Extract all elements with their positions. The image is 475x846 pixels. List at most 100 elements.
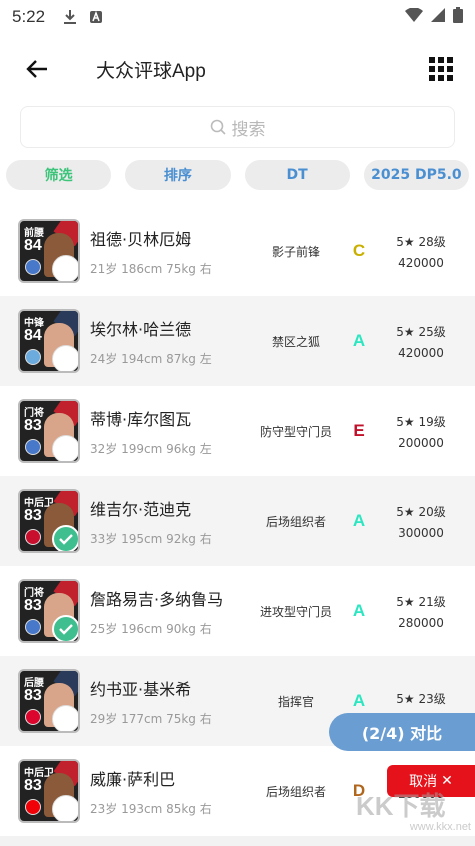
sort-chip[interactable]: 排序: [125, 160, 231, 190]
player-info: 蒂博·库尔图瓦 32岁 199cm 96kg 左: [90, 406, 250, 457]
card-rating: 83: [24, 687, 42, 704]
player-row[interactable]: 门将 83 蒂博·库尔图瓦 32岁 199cm 96kg 左 防守型守门员 E …: [0, 386, 475, 476]
player-role: 影子前锋: [271, 244, 320, 259]
card-rating: 83: [24, 777, 42, 794]
player-card: 门将 83: [18, 399, 80, 463]
player-grade: A: [352, 601, 366, 620]
watermark-logo: KK下载: [356, 791, 446, 821]
player-info: 埃尔林·哈兰德 24岁 194cm 87kg 左: [90, 316, 250, 367]
app-notification-icon: [89, 10, 103, 24]
player-card: 中后卫 83: [18, 489, 80, 553]
stars-level: 5★ 28级: [396, 234, 446, 249]
player-grade: E: [353, 421, 365, 440]
club-badge-icon: [25, 529, 41, 545]
player-stats: 5★ 25级 420000: [385, 323, 457, 360]
version-chip[interactable]: 2025 DP5.0: [363, 160, 469, 190]
player-price: 420000: [398, 255, 444, 270]
player-name: 埃尔林·哈兰德: [90, 319, 192, 339]
club-badge-icon: [25, 799, 41, 815]
player-price: 300000: [398, 525, 444, 540]
grid-icon: [429, 57, 435, 63]
player-grade: C: [352, 241, 366, 260]
site-watermark: KK下载 www.kkx.net: [356, 786, 475, 846]
status-bar: 5:22: [0, 0, 475, 34]
player-card: 中锋 84: [18, 309, 80, 373]
card-type-chip[interactable]: DT: [244, 160, 350, 190]
player-price: 200000: [398, 435, 444, 450]
filter-bar: 筛选 排序 DT 2025 DP5.0: [0, 160, 475, 206]
card-rating: 83: [24, 417, 42, 434]
card-rating: 84: [24, 327, 42, 344]
select-checkbox[interactable]: [52, 345, 78, 371]
select-checkbox[interactable]: [52, 795, 78, 821]
player-price: 420000: [398, 345, 444, 360]
player-stats: 5★ 20级 300000: [385, 503, 457, 540]
player-meta: 33岁 195cm 92kg 右: [90, 531, 212, 546]
player-row[interactable]: 门将 83 詹路易吉·多纳鲁马 25岁 196cm 90kg 右 进攻型守门员 …: [0, 566, 475, 656]
search-area: 搜索: [0, 104, 475, 160]
player-row[interactable]: 中锋 84 埃尔林·哈兰德 24岁 194cm 87kg 左 禁区之狐 A 5★…: [0, 296, 475, 386]
club-badge-icon: [25, 439, 41, 455]
battery-icon: [453, 7, 463, 27]
player-name: 詹路易吉·多纳鲁马: [90, 589, 224, 609]
stars-level: 5★ 25级: [396, 324, 446, 339]
player-role: 指挥官: [277, 694, 314, 709]
download-icon: [63, 9, 77, 25]
player-role: 防守型守门员: [259, 424, 332, 439]
card-rating: 83: [24, 507, 42, 524]
compare-button[interactable]: (2/4) 对比: [329, 713, 475, 751]
filter-chip[interactable]: 筛选: [6, 160, 112, 190]
search-input[interactable]: 搜索: [20, 106, 455, 148]
player-name: 维吉尔·范迪克: [90, 499, 192, 519]
player-grade: A: [352, 691, 366, 710]
player-row[interactable]: 中后卫 83 维吉尔·范迪克 33岁 195cm 92kg 右 后场组织者 A …: [0, 476, 475, 566]
club-badge-icon: [25, 709, 41, 725]
club-badge-icon: [25, 349, 41, 365]
wifi-icon: [405, 7, 423, 26]
player-card: 中后卫 83: [18, 759, 80, 823]
search-icon: [210, 119, 226, 135]
player-stats: 5★ 28级 420000: [385, 233, 457, 270]
stars-level: 5★ 20级: [396, 504, 446, 519]
status-time: 5:22: [12, 7, 46, 26]
player-info: 维吉尔·范迪克 33岁 195cm 92kg 右: [90, 496, 250, 547]
check-icon: [59, 534, 73, 545]
player-role: 禁区之狐: [271, 334, 320, 349]
player-grade: A: [352, 511, 366, 530]
select-checkbox-checked[interactable]: [52, 525, 78, 551]
grid-menu-button[interactable]: [429, 57, 453, 81]
player-row[interactable]: 前腰 84 祖德·贝林厄姆 21岁 186cm 75kg 右 影子前锋 C 5★…: [0, 206, 475, 296]
player-card: 门将 83: [18, 579, 80, 643]
player-name: 威廉·萨利巴: [90, 769, 176, 789]
player-stats: 5★ 21级 280000: [385, 593, 457, 630]
player-name: 祖德·贝林厄姆: [90, 229, 192, 249]
stars-level: 5★ 19级: [396, 414, 446, 429]
player-info: 詹路易吉·多纳鲁马 25岁 196cm 90kg 右: [90, 586, 250, 637]
back-button[interactable]: [22, 54, 52, 84]
club-badge-icon: [25, 259, 41, 275]
club-badge-icon: [25, 619, 41, 635]
select-checkbox[interactable]: [52, 255, 78, 281]
player-name: 约书亚·基米希: [90, 679, 192, 699]
arrow-left-icon: [26, 60, 47, 78]
player-meta: 29岁 177cm 75kg 右: [90, 711, 212, 726]
player-meta: 21岁 186cm 75kg 右: [90, 261, 212, 276]
player-card: 后腰 83: [18, 669, 80, 733]
player-meta: 23岁 193cm 85kg 右: [90, 801, 212, 816]
select-checkbox[interactable]: [52, 435, 78, 461]
player-info: 祖德·贝林厄姆 21岁 186cm 75kg 右: [90, 226, 250, 277]
signal-icon: [431, 8, 445, 26]
player-info: 威廉·萨利巴 23岁 193cm 85kg 右: [90, 766, 250, 817]
player-meta: 25岁 196cm 90kg 右: [90, 621, 212, 636]
player-role: 进攻型守门员: [259, 604, 332, 619]
player-role: 后场组织者: [265, 514, 326, 529]
select-checkbox[interactable]: [52, 705, 78, 731]
search-placeholder: 搜索: [231, 119, 266, 140]
card-rating: 84: [24, 237, 42, 254]
check-icon: [59, 624, 73, 635]
player-price: 280000: [398, 615, 444, 630]
stars-level: 5★ 21级: [396, 594, 446, 609]
page-title: 大众评球App: [96, 60, 206, 82]
select-checkbox-checked[interactable]: [52, 615, 78, 641]
player-meta: 24岁 194cm 87kg 左: [90, 351, 212, 366]
